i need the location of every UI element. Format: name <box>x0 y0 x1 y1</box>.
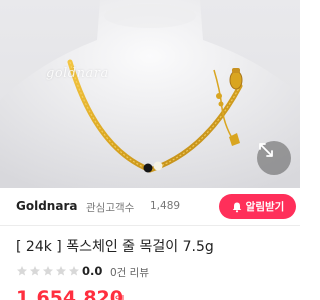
product-title: [ 24k ] 폭스체인 줄 목걸이 7.5g <box>16 239 214 255</box>
notify-button-label: 알림받기 <box>245 201 285 213</box>
price-currency: 원 <box>114 292 125 300</box>
star-icon <box>56 266 66 276</box>
rating-stars <box>16 265 80 277</box>
review-count-link[interactable]: 0건 리뷰 <box>110 265 149 280</box>
seller-info-row: Goldnara 관심고객수 1,489 알림받기 <box>0 188 300 226</box>
bell-icon <box>232 202 241 212</box>
watermark-logo: goldnara <box>46 66 109 81</box>
star-icon <box>17 266 27 276</box>
follower-label: 관심고객수 <box>86 202 135 214</box>
necklace-illustration <box>0 0 300 188</box>
seller-name[interactable]: Goldnara <box>16 199 77 213</box>
product-image[interactable]: goldnara <box>0 0 300 188</box>
expand-arrows-icon <box>259 143 273 157</box>
rating-value: 0.0 <box>82 264 103 278</box>
zoom-button[interactable] <box>257 141 291 175</box>
notify-button[interactable]: 알림받기 <box>219 194 296 219</box>
star-icon <box>69 266 79 276</box>
star-icon <box>43 266 53 276</box>
product-price: 1,654,820 <box>16 287 123 300</box>
star-icon <box>30 266 40 276</box>
follower-count: 1,489 <box>150 200 181 212</box>
